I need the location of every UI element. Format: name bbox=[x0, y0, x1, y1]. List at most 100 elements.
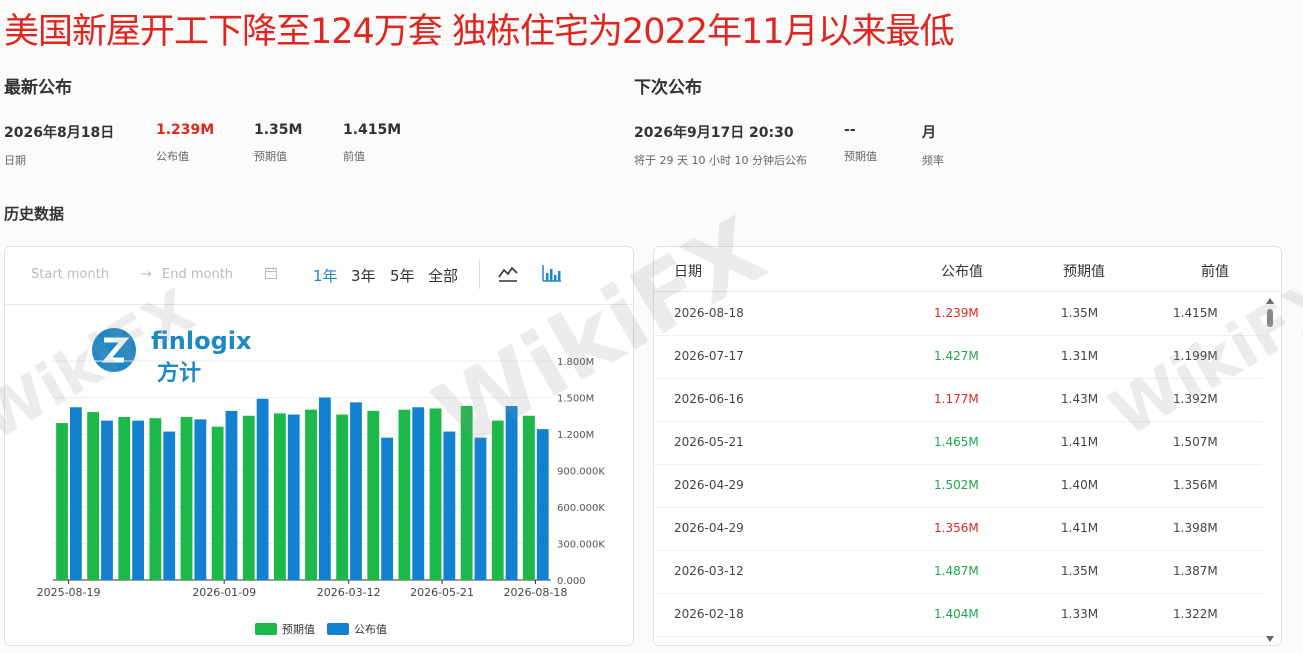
bar-actual[interactable] bbox=[287, 414, 300, 580]
bar-forecast[interactable] bbox=[118, 416, 131, 580]
header-forecast: 预期值 bbox=[1063, 264, 1105, 280]
bar-actual[interactable] bbox=[536, 429, 549, 580]
bar-forecast[interactable] bbox=[336, 414, 349, 580]
bar-chart-icon[interactable] bbox=[541, 262, 563, 284]
cell-date: 2026-06-16 bbox=[674, 392, 744, 406]
toolbar-divider bbox=[479, 259, 480, 289]
bar-actual[interactable] bbox=[350, 402, 362, 580]
calendar-icon[interactable] bbox=[264, 266, 278, 280]
x-tick-label: 2026-08-18 bbox=[503, 586, 567, 599]
y-tick-label: 1.500M bbox=[557, 394, 594, 405]
next-frequency-label: 频率 bbox=[922, 154, 944, 167]
chart-panel: Start month → End month 1年 3年 5年 全部 finl… bbox=[4, 246, 634, 646]
bar-actual[interactable] bbox=[256, 398, 269, 580]
next-forecast-value: -- bbox=[844, 122, 856, 138]
latest-forecast-label: 预期值 bbox=[254, 150, 287, 163]
scrollbar-thumb[interactable] bbox=[1267, 309, 1273, 327]
scroll-up-icon[interactable] bbox=[1265, 297, 1275, 305]
latest-forecast-value: 1.35M bbox=[254, 122, 303, 138]
legend-swatch[interactable] bbox=[327, 623, 349, 635]
y-tick-label: 600.000K bbox=[557, 503, 605, 514]
latest-previous-label: 前值 bbox=[343, 150, 365, 163]
cell-date: 2026-08-18 bbox=[674, 306, 744, 320]
latest-actual-stat: 1.239M 公布值 bbox=[156, 122, 214, 164]
next-date-stat: 2026年9月17日 20:30 将于 29 天 10 小时 10 分钟后公布 bbox=[634, 122, 807, 168]
next-forecast-label: 预期值 bbox=[844, 150, 877, 163]
bar-forecast[interactable] bbox=[491, 420, 504, 580]
bar-forecast[interactable] bbox=[367, 410, 380, 580]
cell-actual: 1.177M bbox=[934, 392, 979, 406]
latest-title: 最新公布 bbox=[4, 78, 72, 98]
cell-forecast: 1.33M bbox=[1061, 607, 1099, 621]
bar-forecast[interactable] bbox=[87, 412, 100, 580]
range-all[interactable]: 全部 bbox=[428, 265, 458, 286]
bar-actual[interactable] bbox=[505, 406, 518, 580]
cell-forecast: 1.40M bbox=[1061, 478, 1099, 492]
y-tick-label: 300.000K bbox=[557, 540, 605, 551]
y-tick-label: 900.000K bbox=[557, 467, 605, 478]
cell-actual: 1.239M bbox=[934, 306, 979, 320]
cell-previous: 1.199M bbox=[1173, 349, 1218, 363]
bar-actual[interactable] bbox=[163, 431, 176, 580]
bar-forecast[interactable] bbox=[273, 413, 286, 580]
scroll-down-icon[interactable] bbox=[1265, 635, 1275, 643]
bar-forecast[interactable] bbox=[398, 409, 411, 580]
bar-forecast[interactable] bbox=[56, 423, 68, 580]
header-previous: 前值 bbox=[1201, 264, 1229, 280]
table-header: 日期 公布值 预期值 前值 bbox=[654, 247, 1281, 292]
legend-label[interactable]: 预期值 bbox=[282, 623, 315, 636]
x-tick-label: 2026-03-12 bbox=[317, 586, 381, 599]
start-month-input[interactable]: Start month bbox=[31, 267, 109, 282]
bar-actual[interactable] bbox=[225, 410, 238, 580]
legend-label[interactable]: 公布值 bbox=[354, 623, 387, 636]
bar-actual[interactable] bbox=[381, 437, 394, 580]
cell-previous: 1.387M bbox=[1173, 564, 1218, 578]
cell-forecast: 1.35M bbox=[1061, 564, 1099, 578]
bar-forecast[interactable] bbox=[149, 418, 162, 580]
table-row: 2026-04-29 1.356M 1.41M 1.398M bbox=[654, 507, 1262, 551]
cell-date: 2026-05-21 bbox=[674, 435, 744, 449]
table-scrollbar[interactable] bbox=[1265, 297, 1275, 637]
latest-date-value: 2026年8月18日 bbox=[4, 125, 115, 141]
cell-previous: 1.322M bbox=[1173, 607, 1218, 621]
cell-actual: 1.404M bbox=[934, 607, 979, 621]
bar-chart: 0.000300.000K600.000K900.000K1.200M1.500… bbox=[37, 357, 606, 636]
cell-actual: 1.427M bbox=[934, 349, 979, 363]
bar-forecast[interactable] bbox=[522, 415, 535, 580]
bar-actual[interactable] bbox=[194, 419, 207, 580]
latest-date-label: 日期 bbox=[4, 154, 26, 167]
line-chart-icon[interactable] bbox=[497, 262, 519, 284]
cell-actual: 1.487M bbox=[934, 564, 979, 578]
cell-actual: 1.502M bbox=[934, 478, 979, 492]
x-tick-label: 2026-05-21 bbox=[410, 586, 474, 599]
next-forecast-stat: -- 预期值 bbox=[844, 122, 877, 164]
bar-forecast[interactable] bbox=[242, 415, 255, 580]
bar-actual[interactable] bbox=[132, 420, 145, 580]
bar-actual[interactable] bbox=[412, 407, 425, 580]
end-month-input[interactable]: End month bbox=[162, 267, 233, 282]
range-3y[interactable]: 3年 bbox=[351, 265, 376, 286]
range-1y[interactable]: 1年 bbox=[313, 265, 338, 286]
bar-actual[interactable] bbox=[318, 397, 331, 581]
next-frequency-stat: 月 频率 bbox=[922, 122, 944, 168]
legend-swatch[interactable] bbox=[255, 623, 277, 635]
cell-previous: 1.356M bbox=[1173, 478, 1218, 492]
bar-actual[interactable] bbox=[69, 407, 82, 580]
bar-forecast[interactable] bbox=[305, 409, 317, 580]
bar-forecast[interactable] bbox=[180, 416, 193, 580]
range-arrow: → bbox=[141, 267, 152, 282]
cell-actual: 1.465M bbox=[934, 435, 979, 449]
bar-actual[interactable] bbox=[101, 420, 113, 580]
cell-date: 2026-02-18 bbox=[674, 607, 744, 621]
range-5y[interactable]: 5年 bbox=[390, 265, 415, 286]
bar-actual[interactable] bbox=[474, 437, 487, 580]
next-title: 下次公布 bbox=[634, 78, 702, 98]
next-countdown-label: 将于 29 天 10 小时 10 分钟后公布 bbox=[634, 154, 807, 167]
cell-date: 2026-04-29 bbox=[674, 478, 744, 492]
cell-actual: 1.356M bbox=[934, 521, 979, 535]
bar-forecast[interactable] bbox=[211, 426, 224, 580]
bar-actual[interactable] bbox=[443, 431, 456, 580]
header-actual: 公布值 bbox=[941, 264, 983, 280]
bar-forecast[interactable] bbox=[429, 408, 442, 580]
bar-forecast[interactable] bbox=[460, 406, 473, 580]
